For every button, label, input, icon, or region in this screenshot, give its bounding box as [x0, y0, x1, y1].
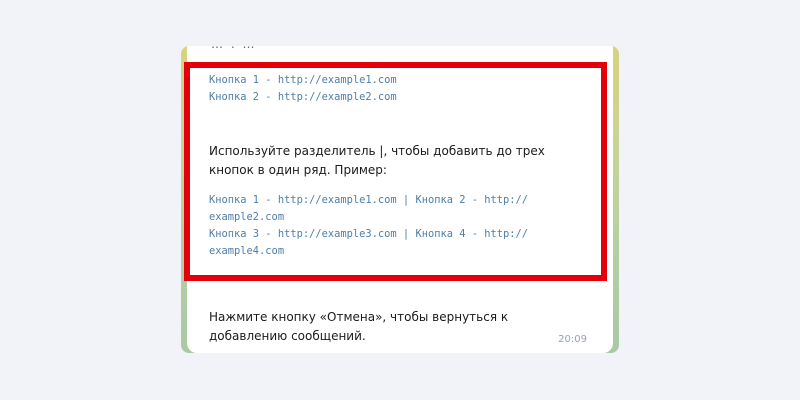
message-timestamp: 20:09 [558, 334, 587, 345]
cut-off-text: … , … [211, 46, 451, 48]
highlight-box [184, 62, 607, 281]
cancel-hint-text: Нажмите кнопку «Отмена», чтобы вернуться… [209, 310, 509, 343]
